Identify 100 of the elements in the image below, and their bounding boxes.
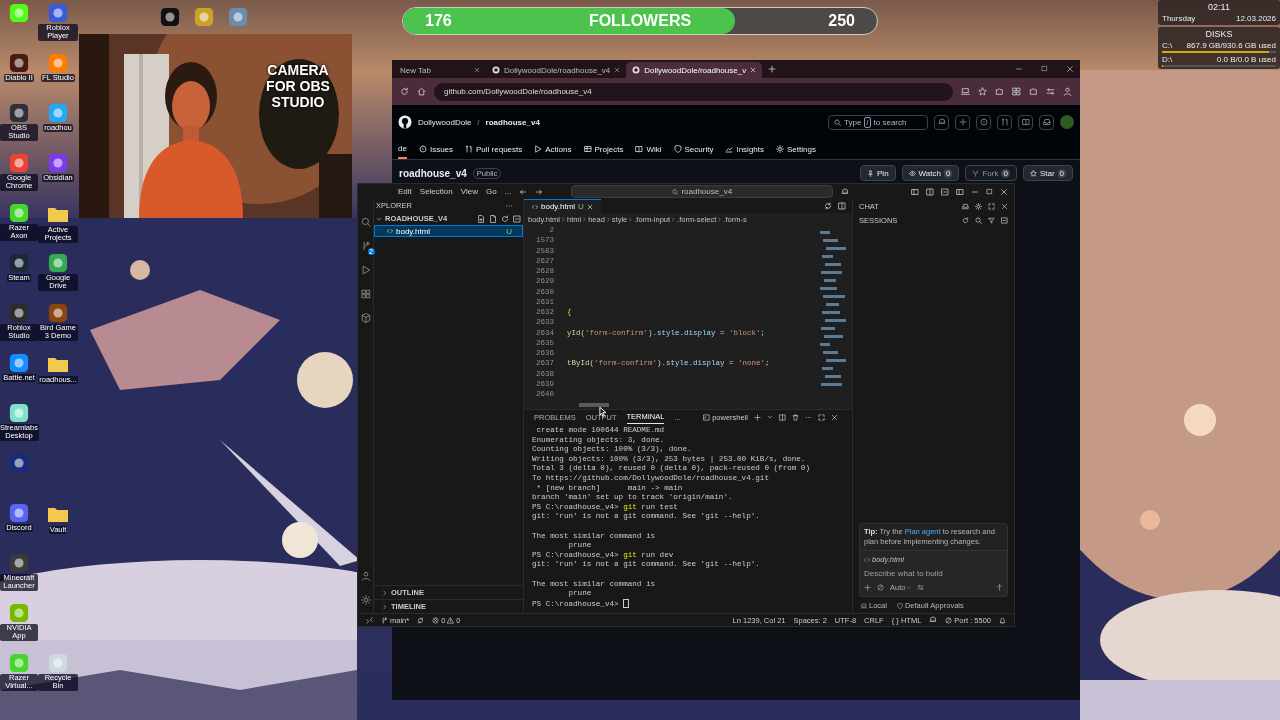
editor-tab[interactable]: body.html U — [524, 198, 601, 214]
extension-icon[interactable] — [995, 87, 1004, 96]
close-icon[interactable] — [831, 413, 838, 421]
repo-tab[interactable]: Pull requests — [465, 139, 523, 159]
app-icon[interactable] — [160, 7, 180, 27]
layout-icon[interactable] — [911, 187, 919, 196]
bell-icon[interactable] — [999, 616, 1006, 624]
repo-action-button[interactable]: Star 0 — [1022, 165, 1073, 181]
layout-icon[interactable] — [956, 187, 964, 196]
close-icon[interactable] — [614, 67, 621, 73]
repositories-button[interactable] — [1018, 114, 1033, 130]
puzzle-icon[interactable] — [1029, 87, 1038, 96]
close-icon[interactable] — [1001, 202, 1008, 210]
cube-icon[interactable] — [360, 313, 371, 323]
panel-icon[interactable] — [941, 187, 949, 196]
settings-icon[interactable] — [975, 202, 982, 210]
plus-icon[interactable] — [864, 584, 871, 591]
plus-icon[interactable] — [754, 413, 761, 421]
close-icon[interactable] — [1066, 65, 1074, 73]
plus-icon — [958, 118, 967, 126]
repo-tab[interactable]: Security — [673, 139, 714, 159]
address-bar[interactable]: github.com/DollywoodDole/roadhouse_v4 — [434, 82, 953, 101]
extension-icon[interactable] — [1012, 87, 1021, 96]
search-field[interactable]: Type / to search — [828, 114, 928, 130]
menu-item[interactable]: Edit — [398, 187, 412, 196]
date: 12.03.2026 — [1235, 14, 1276, 23]
refresh-icon[interactable] — [501, 214, 509, 223]
menu-item[interactable]: View — [460, 187, 478, 196]
split-icon[interactable] — [779, 413, 786, 421]
home-icon[interactable] — [417, 87, 426, 96]
app-icon[interactable] — [9, 3, 29, 23]
repo-tab[interactable]: de — [398, 139, 407, 159]
code-icon — [387, 228, 393, 234]
new-file-icon[interactable] — [477, 214, 485, 223]
repo-tab[interactable]: Projects — [583, 139, 624, 159]
menu-item[interactable]: ... — [504, 187, 512, 196]
source-control-icon[interactable] — [360, 241, 371, 251]
remote-icon[interactable] — [366, 616, 373, 624]
scrollbar[interactable] — [579, 403, 609, 407]
forward-icon[interactable] — [535, 187, 544, 196]
extensions-icon[interactable] — [360, 289, 371, 299]
folder-icon[interactable] — [47, 355, 69, 373]
menu-item[interactable]: Selection — [419, 187, 453, 196]
avatar[interactable] — [1060, 115, 1074, 129]
collapse-icon[interactable] — [1001, 216, 1008, 224]
inbox-button[interactable] — [1039, 114, 1054, 130]
app-icon[interactable] — [9, 53, 29, 73]
copilot-icon[interactable] — [841, 187, 850, 196]
repo-tab[interactable]: Actions — [534, 139, 572, 159]
layout-icon[interactable] — [926, 187, 934, 196]
maximize-icon[interactable] — [1041, 65, 1048, 72]
compare-icon[interactable] — [824, 202, 832, 210]
settings-icon[interactable] — [360, 595, 371, 605]
split-icon[interactable] — [838, 202, 846, 210]
star-icon[interactable] — [978, 87, 987, 96]
repo-tab[interactable]: Issues — [418, 139, 454, 159]
menu-icon[interactable] — [1046, 87, 1055, 96]
folder-icon[interactable] — [47, 205, 69, 223]
file-item[interactable]: body.html U — [374, 225, 523, 237]
browser-tab[interactable]: New Tab — [394, 62, 486, 78]
folder-icon[interactable] — [47, 505, 69, 523]
repo-tab[interactable]: Insights — [725, 139, 764, 159]
search-icon[interactable] — [975, 216, 982, 224]
account-icon[interactable] — [360, 571, 371, 581]
issues-button[interactable] — [976, 114, 991, 130]
repo-tab[interactable]: Wiki — [635, 139, 662, 159]
maximize-icon[interactable] — [986, 188, 993, 195]
collapse-icon[interactable] — [513, 214, 521, 223]
reload-icon[interactable] — [400, 87, 409, 96]
filter-icon[interactable] — [988, 216, 995, 224]
maximize-icon[interactable] — [988, 202, 995, 210]
repo-link[interactable]: roadhouse_v4 — [485, 117, 540, 127]
error-icon — [432, 616, 440, 624]
refresh-icon[interactable] — [962, 216, 969, 224]
github-icon[interactable] — [398, 115, 412, 129]
close-icon[interactable] — [474, 67, 480, 73]
app-icon[interactable] — [9, 103, 29, 123]
repo-action-button[interactable]: Pin — [860, 165, 896, 181]
run-icon[interactable] — [360, 265, 371, 275]
browser-tab[interactable]: DollywoodDole/roadhouse_v — [626, 62, 763, 78]
copilot-icon[interactable] — [929, 616, 938, 624]
sync-icon[interactable] — [417, 616, 425, 624]
send-icon[interactable] — [996, 584, 1003, 591]
command-center[interactable]: roadhouse_v4 — [571, 185, 834, 198]
new-folder-icon[interactable] — [489, 214, 497, 223]
owner-link[interactable]: DollywoodDole — [418, 117, 472, 127]
repo-action-button[interactable]: Watch 0 — [901, 165, 960, 181]
chevron-icon[interactable] — [767, 414, 773, 420]
copilot-button[interactable] — [934, 114, 949, 130]
search-icon[interactable] — [360, 217, 371, 227]
back-icon[interactable] — [519, 187, 528, 196]
account-icon[interactable] — [1063, 87, 1072, 96]
browser-tab[interactable]: DollywoodDole/roadhouse_v4 — [486, 62, 627, 78]
app-icon[interactable] — [9, 203, 29, 223]
menu-item[interactable]: Go — [485, 187, 497, 196]
close-icon[interactable] — [1000, 187, 1008, 196]
trash-icon[interactable] — [792, 413, 799, 421]
repo-tab[interactable]: Settings — [776, 139, 816, 159]
maximize-icon[interactable] — [818, 413, 825, 421]
sliders-icon[interactable] — [917, 584, 925, 591]
